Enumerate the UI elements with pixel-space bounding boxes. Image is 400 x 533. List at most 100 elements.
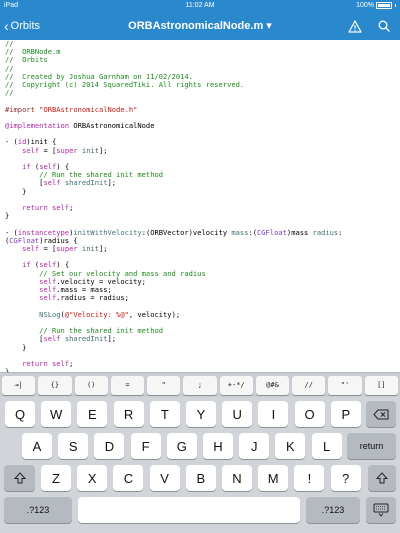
accessory-key[interactable]: (): [74, 375, 108, 395]
code-line[interactable]: // Orbits: [5, 56, 342, 64]
code-token: ];: [99, 145, 108, 155]
code-line[interactable]: // Copyright (c) 2014 SquaredTiki. All r…: [5, 80, 342, 90]
code-text[interactable]: //// ORBNode.m// Orbits//// Created by J…: [5, 40, 342, 372]
code-token: }: [5, 342, 27, 352]
accessory-key[interactable]: "': [328, 375, 362, 395]
key-m[interactable]: M: [258, 465, 289, 491]
code-token: ;: [69, 203, 74, 213]
numbers-key-left[interactable]: .?123: [4, 497, 72, 523]
key-question[interactable]: ?: [330, 465, 361, 491]
code-line[interactable]: return self;: [5, 203, 342, 213]
code-line[interactable]: NSLog(@"Velocity: %@", velocity);: [5, 309, 342, 319]
file-title-button[interactable]: ORBAstronomicalNode.m ▾: [128, 20, 272, 32]
code-line[interactable]: return self;: [5, 358, 342, 368]
code-line[interactable]: }: [5, 212, 342, 220]
navigation-bar: ‹ Orbits ORBAstronomicalNode.m ▾: [0, 12, 400, 40]
code-line[interactable]: //: [5, 89, 342, 97]
accessory-key[interactable]: //: [292, 375, 326, 395]
delete-key[interactable]: [366, 401, 396, 427]
key-t[interactable]: T: [149, 401, 180, 427]
code-token: sharedInit: [64, 178, 108, 188]
code-token: super: [56, 145, 78, 155]
space-bar[interactable]: [78, 497, 300, 523]
code-line[interactable]: self = [super init];: [5, 145, 342, 155]
key-c[interactable]: C: [113, 465, 144, 491]
key-j[interactable]: J: [239, 433, 270, 459]
accessory-key[interactable]: +-*/: [219, 375, 253, 395]
warning-icon[interactable]: [348, 19, 362, 33]
key-b[interactable]: B: [185, 465, 216, 491]
code-line[interactable]: }: [5, 186, 342, 196]
code-line[interactable]: @implementation ORBAstronomicalNode: [5, 121, 342, 131]
file-title: ORBAstronomicalNode.m: [128, 20, 264, 32]
back-label: Orbits: [10, 20, 41, 32]
key-q[interactable]: Q: [5, 401, 35, 427]
code-token: :(: [248, 227, 258, 237]
code-token: NSLog: [39, 309, 61, 319]
accessory-key[interactable]: ⇥|: [2, 375, 36, 395]
key-g[interactable]: G: [166, 433, 197, 459]
back-button[interactable]: ‹ Orbits: [4, 12, 40, 40]
code-line[interactable]: }: [5, 342, 342, 352]
hide-keyboard-key[interactable]: [366, 497, 396, 523]
numbers-key-right[interactable]: .?123: [306, 497, 360, 523]
code-token: return: [22, 358, 48, 368]
code-token: @implementation: [5, 121, 70, 131]
key-e[interactable]: E: [77, 401, 108, 427]
code-line[interactable]: self = [super init];: [5, 244, 342, 254]
shift-key-left[interactable]: [4, 465, 35, 491]
accessory-key[interactable]: @#&: [255, 375, 290, 395]
key-n[interactable]: N: [222, 465, 252, 491]
shift-key-right[interactable]: [368, 465, 396, 491]
return-key[interactable]: return: [347, 433, 396, 459]
code-line[interactable]: // ORBNode.m: [5, 48, 342, 56]
accessory-key[interactable]: ;: [183, 375, 217, 395]
accessory-key[interactable]: []: [364, 375, 398, 395]
key-u[interactable]: U: [222, 401, 253, 427]
code-editor[interactable]: //// ORBNode.m// Orbits//// Created by J…: [0, 40, 400, 372]
accessory-key[interactable]: ": [147, 375, 181, 395]
key-i[interactable]: I: [258, 401, 289, 427]
key-s[interactable]: S: [58, 433, 89, 459]
key-p[interactable]: P: [330, 401, 361, 427]
battery-percent: 100%: [356, 2, 374, 9]
key-x[interactable]: X: [77, 465, 108, 491]
code-token: self: [22, 244, 40, 254]
key-l[interactable]: L: [311, 433, 342, 459]
key-w[interactable]: W: [41, 401, 72, 427]
accessory-key[interactable]: =: [110, 375, 145, 395]
key-exclamation[interactable]: !: [294, 465, 325, 491]
shift-icon: [13, 472, 26, 484]
code-token: )mass: [286, 227, 313, 237]
accessory-key[interactable]: {}: [38, 375, 72, 395]
code-token: #import: [5, 104, 40, 114]
clock: 11:02 AM: [185, 2, 215, 9]
onscreen-keyboard: Q W E R T Y U I O P A S D F G H J K Lreturn Z X C V B N M!? .?123.…: [0, 397, 400, 533]
chevron-left-icon: ‹: [4, 18, 9, 34]
key-r[interactable]: R: [113, 401, 144, 427]
search-icon[interactable]: [378, 20, 390, 32]
code-token: super: [56, 244, 78, 254]
code-token: CGFloat: [257, 227, 287, 237]
top-bar: iPad 11:02 AM 100% ‹ Orbits ORBAstronomi…: [0, 0, 400, 40]
key-y[interactable]: Y: [186, 401, 216, 427]
key-d[interactable]: D: [94, 433, 125, 459]
shift-icon: [376, 472, 388, 484]
code-token: // Copyright (c) 2014 SquaredTiki. All r…: [5, 80, 245, 90]
key-a[interactable]: A: [22, 433, 52, 459]
code-token: }: [5, 186, 27, 196]
code-token: ];: [107, 178, 117, 188]
key-h[interactable]: H: [203, 433, 233, 459]
key-k[interactable]: K: [275, 433, 306, 459]
code-token: mass: [231, 227, 249, 237]
code-line[interactable]: [self sharedInit];: [5, 335, 342, 343]
key-o[interactable]: O: [294, 401, 325, 427]
code-line[interactable]: [self sharedInit];: [5, 179, 342, 187]
code-token: .radius = radius;: [56, 293, 129, 303]
key-f[interactable]: F: [130, 433, 161, 459]
key-z[interactable]: Z: [41, 465, 71, 491]
key-v[interactable]: V: [149, 465, 180, 491]
code-line[interactable]: self.radius = radius;: [5, 294, 342, 302]
code-line[interactable]: #import "ORBAstronomicalNode.h": [5, 104, 342, 114]
